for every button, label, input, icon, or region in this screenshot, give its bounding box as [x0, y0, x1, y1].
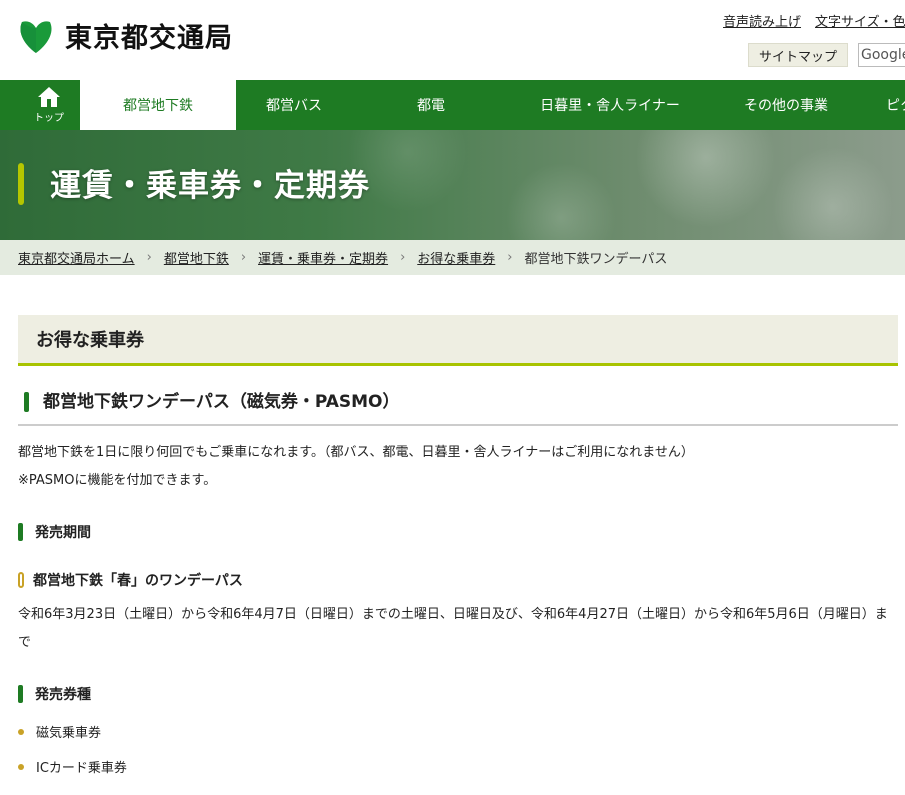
logo-text: 東京都交通局 — [65, 23, 233, 54]
text-size-color-link[interactable]: 文字サイズ・色 — [815, 15, 905, 30]
breadcrumb-link-fares[interactable]: 運賃・乗車券・定期券 — [258, 248, 388, 267]
heading-accent-bar — [18, 685, 23, 703]
chevron-right-icon: › — [507, 250, 513, 265]
heading-accent-bar — [18, 523, 23, 541]
heading-accent-bar — [24, 392, 29, 412]
spring-pass-heading: 都営地下鉄「春」のワンデーパス — [18, 570, 243, 590]
chevron-right-icon: › — [146, 250, 152, 265]
chevron-right-icon: › — [400, 250, 406, 265]
utility-links: 音声読み上げ 文字サイズ・色 — [723, 11, 905, 30]
nav-home-label: トップ — [34, 113, 64, 124]
search-input[interactable]: Google — [858, 43, 905, 67]
nav-item-bus[interactable]: 都営バス — [236, 80, 352, 130]
site-header: 東京都交通局 音声読み上げ文字サイズ・色 サイトマップ Google — [0, 0, 905, 80]
text-to-speech-link[interactable]: 音声読み上げ — [723, 15, 801, 30]
global-nav: トップ 都営地下鉄 都営バス 都電 日暮里・舎人ライナー その他の事業 ピク — [0, 80, 905, 130]
page-hero: 運賃・乗車券・定期券 — [0, 130, 905, 240]
section-heading: お得な乗車券 — [18, 315, 898, 366]
home-icon — [38, 87, 60, 107]
chevron-right-icon: › — [240, 250, 247, 265]
list-item-label: ICカード乗車券 — [36, 761, 127, 776]
types-heading: 発売券種 — [18, 684, 91, 704]
breadcrumb-current: 都営地下鉄ワンデーパス — [524, 252, 668, 267]
hero-accent-bar — [18, 163, 24, 205]
period-heading-text: 発売期間 — [35, 525, 91, 541]
bullet-icon — [18, 728, 24, 735]
pasmo-note: ※PASMOに機能を付加できます。 — [18, 473, 217, 488]
list-item-label: 磁気乗車券 — [36, 726, 102, 741]
breadcrumb-link-home[interactable]: 東京都交通局ホーム — [18, 248, 135, 267]
ginkgo-logo-icon — [20, 20, 52, 53]
nav-item-other-business[interactable]: その他の事業 — [710, 80, 862, 130]
product-title: 都営地下鉄ワンデーパス（磁気券・PASMO） — [18, 390, 898, 426]
nav-item-nippori-toneri-liner[interactable]: 日暮里・舎人ライナー — [510, 80, 710, 130]
nav-home[interactable]: トップ — [18, 80, 80, 130]
spring-period-text: 令和6年3月23日（土曜日）から令和6年4月7日（日曜日）までの土曜日、日曜日及… — [18, 607, 888, 650]
page-title: 運賃・乗車券・定期券 — [50, 168, 370, 204]
list-item: 磁気乗車券 — [18, 722, 101, 741]
site-logo[interactable]: 東京都交通局 — [17, 16, 233, 55]
breadcrumb-link-discount-tickets[interactable]: お得な乗車券 — [417, 248, 495, 267]
types-heading-text: 発売券種 — [35, 687, 91, 703]
heading-outline-bar — [18, 572, 24, 588]
bullet-icon — [18, 763, 24, 770]
sitemap-button[interactable]: サイトマップ — [748, 43, 848, 67]
nav-item-truncated[interactable]: ピク — [862, 80, 905, 130]
nav-item-subway[interactable]: 都営地下鉄 — [80, 80, 236, 130]
intro-text: 都営地下鉄を1日に限り何回でもご乗車になれます。（都バス、都電、日暮里・舎人ライ… — [18, 445, 694, 460]
breadcrumb: 東京都交通局ホーム › 都営地下鉄 › 運賃・乗車券・定期券 › お得な乗車券 … — [0, 240, 905, 275]
product-title-text: 都営地下鉄ワンデーパス（磁気券・PASMO） — [43, 392, 400, 412]
breadcrumb-link-subway[interactable]: 都営地下鉄 — [164, 248, 229, 267]
nav-item-tram[interactable]: 都電 — [352, 80, 510, 130]
period-heading: 発売期間 — [18, 522, 91, 542]
spring-pass-heading-text: 都営地下鉄「春」のワンデーパス — [33, 573, 243, 589]
list-item: ICカード乗車券 — [18, 757, 127, 776]
